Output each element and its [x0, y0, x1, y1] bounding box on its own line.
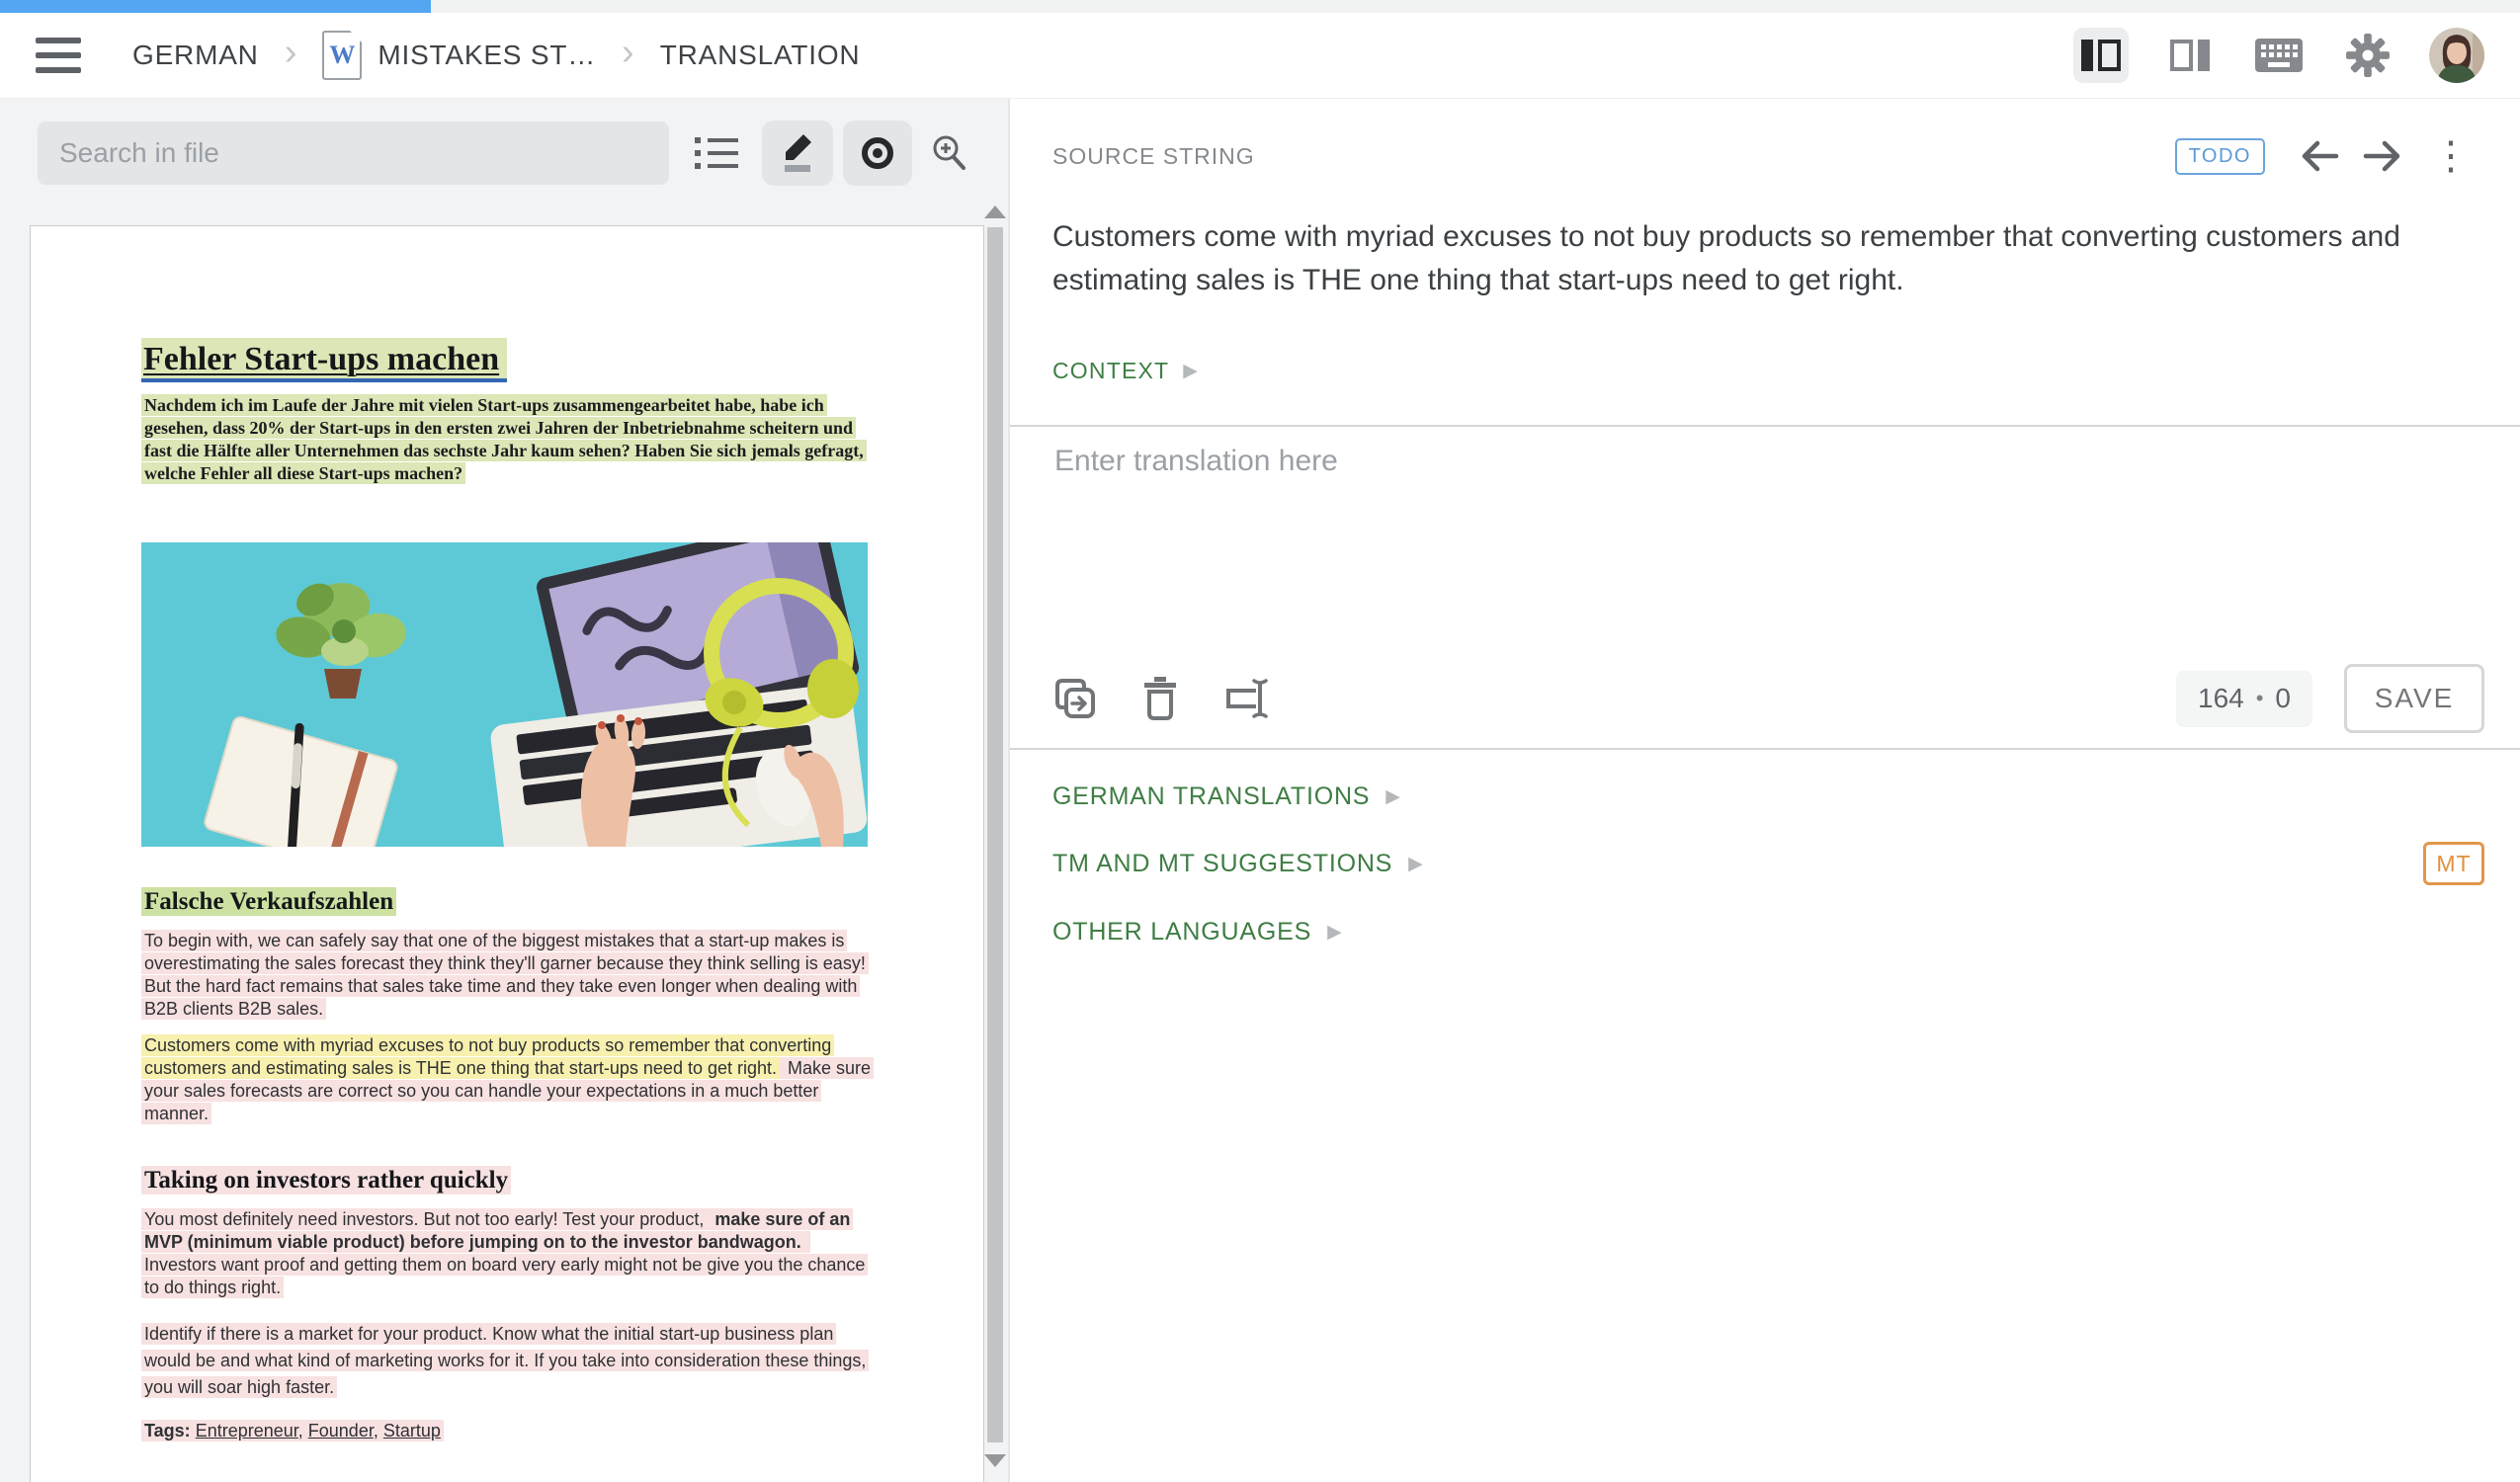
context-section-toggle[interactable]: CONTEXT ▶: [1052, 358, 1198, 384]
document-paragraph[interactable]: Customers come with myriad excuses to no…: [141, 1034, 874, 1125]
translation-input[interactable]: [1052, 443, 2479, 654]
keyboard-shortcuts-button[interactable]: [2251, 28, 2307, 83]
file-toolbar: [38, 121, 979, 186]
translation-actions: 164 • 0 SAVE: [1052, 664, 2484, 733]
main-menu-icon[interactable]: [36, 38, 81, 73]
expand-triangle-icon: ▶: [1183, 362, 1198, 380]
divider: [1010, 748, 2520, 750]
translation-editor-app: GERMAN › W MISTAKES ST… › TRANSLATION: [0, 0, 2520, 1482]
source-string-header: SOURCE STRING TODO ⋮: [1052, 126, 2484, 186]
text-cursor-icon: [1222, 677, 1272, 720]
delete-translation-button[interactable]: [1141, 676, 1179, 721]
translation-panel: SOURCE STRING TODO ⋮ Customers come with…: [1008, 99, 2520, 1482]
active-string-highlight[interactable]: Customers come with myriad excuses to no…: [141, 1034, 834, 1079]
search-input[interactable]: [38, 122, 669, 185]
eye-icon: [858, 135, 897, 171]
tag-link[interactable]: Founder: [308, 1421, 374, 1441]
document-intro-string[interactable]: Nachdem ich im Laufe der Jahre mit viele…: [141, 394, 874, 485]
breadcrumb-file[interactable]: MISTAKES ST…: [378, 40, 596, 71]
word-document-icon: W: [322, 31, 362, 80]
layout-left-icon: [2081, 40, 2121, 71]
tags-label: Tags:: [144, 1421, 191, 1441]
document-page: Fehler Start-ups machen Nachdem ich im L…: [30, 225, 984, 1482]
document-tags-line: Tags: Entrepreneur, Founder, Startup: [141, 1421, 873, 1441]
document-preview-panel: Fehler Start-ups machen Nachdem ich im L…: [0, 99, 1008, 1482]
zoom-in-icon: [930, 133, 969, 173]
breadcrumb: GERMAN › W MISTAKES ST… › TRANSLATION: [36, 31, 860, 80]
document-photo-illustration: [141, 542, 868, 847]
count-separator: •: [2256, 686, 2264, 711]
keyboard-icon: [2255, 39, 2303, 72]
layout-right-icon: [2170, 40, 2210, 71]
comments-panel-button[interactable]: [2162, 28, 2218, 83]
edit-mode-button[interactable]: [762, 121, 833, 186]
more-options-icon[interactable]: ⋮: [2417, 140, 2484, 172]
breadcrumb-project[interactable]: GERMAN: [132, 40, 259, 71]
tag-link[interactable]: Startup: [383, 1421, 441, 1441]
scrollbar-up-arrow[interactable]: [984, 206, 1006, 218]
trash-icon: [1141, 676, 1179, 721]
document-heading-string[interactable]: Falsche Verkaufszahlen: [141, 888, 873, 916]
tag-link[interactable]: Entrepreneur: [196, 1421, 298, 1441]
strings-list-button[interactable]: [685, 121, 748, 186]
top-bar: GERMAN › W MISTAKES ST… › TRANSLATION: [0, 13, 2520, 99]
previous-string-button[interactable]: [2295, 132, 2342, 180]
save-button[interactable]: SAVE: [2344, 664, 2484, 733]
divider: [1010, 425, 2520, 427]
user-avatar[interactable]: [2429, 28, 2484, 83]
settings-button[interactable]: [2340, 28, 2395, 83]
header-actions: [2073, 28, 2484, 83]
side-by-side-view-button[interactable]: [2073, 28, 2129, 83]
expand-triangle-icon: ▶: [1327, 923, 1342, 942]
pencil-icon: [778, 132, 817, 174]
document-title-string[interactable]: Fehler Start-ups machen: [141, 341, 873, 378]
chevron-right-icon: ›: [622, 34, 634, 71]
german-translations-toggle[interactable]: GERMAN TRANSLATIONS ▶: [1052, 777, 1400, 816]
expand-triangle-icon: ▶: [1386, 787, 1400, 806]
expand-triangle-icon: ▶: [1408, 855, 1423, 873]
arrow-right-icon: [2362, 134, 2405, 178]
document-paragraph[interactable]: Identify if there is a market for your p…: [141, 1321, 874, 1401]
character-count: 164 • 0: [2176, 671, 2312, 727]
preview-highlight-button[interactable]: [843, 121, 912, 186]
context-label: CONTEXT: [1052, 358, 1169, 384]
scrollbar-thumb[interactable]: [987, 227, 1003, 1442]
arrow-left-icon: [2297, 134, 2340, 178]
status-badge: TODO: [2175, 138, 2265, 175]
zoom-in-button[interactable]: [920, 121, 979, 186]
gear-icon: [2346, 34, 2390, 77]
document-heading-string[interactable]: Taking on investors rather quickly: [141, 1167, 873, 1194]
mt-badge: MT: [2423, 842, 2484, 885]
avatar-photo: [2429, 28, 2484, 83]
document-paragraph[interactable]: You most definitely need investors. But …: [141, 1208, 874, 1299]
next-string-button[interactable]: [2360, 132, 2407, 180]
chevron-right-icon: ›: [285, 34, 297, 71]
scrollbar-down-arrow[interactable]: [984, 1454, 1006, 1467]
file-progress-track: [0, 0, 2520, 13]
source-string-label: SOURCE STRING: [1052, 143, 2175, 170]
list-icon: [695, 135, 738, 171]
tm-mt-suggestions-toggle[interactable]: TM AND MT SUGGESTIONS ▶: [1052, 844, 1423, 883]
document-paragraph[interactable]: To begin with, we can safely say that on…: [141, 930, 874, 1021]
source-string-text: Customers come with myriad excuses to no…: [1052, 215, 2431, 302]
copy-source-icon: [1052, 676, 1098, 721]
copy-source-button[interactable]: [1052, 676, 1098, 721]
breadcrumb-view[interactable]: TRANSLATION: [660, 40, 861, 71]
file-progress-bar: [0, 0, 431, 13]
select-text-button[interactable]: [1222, 677, 1272, 720]
other-languages-toggle[interactable]: OTHER LANGUAGES ▶: [1052, 912, 1342, 951]
